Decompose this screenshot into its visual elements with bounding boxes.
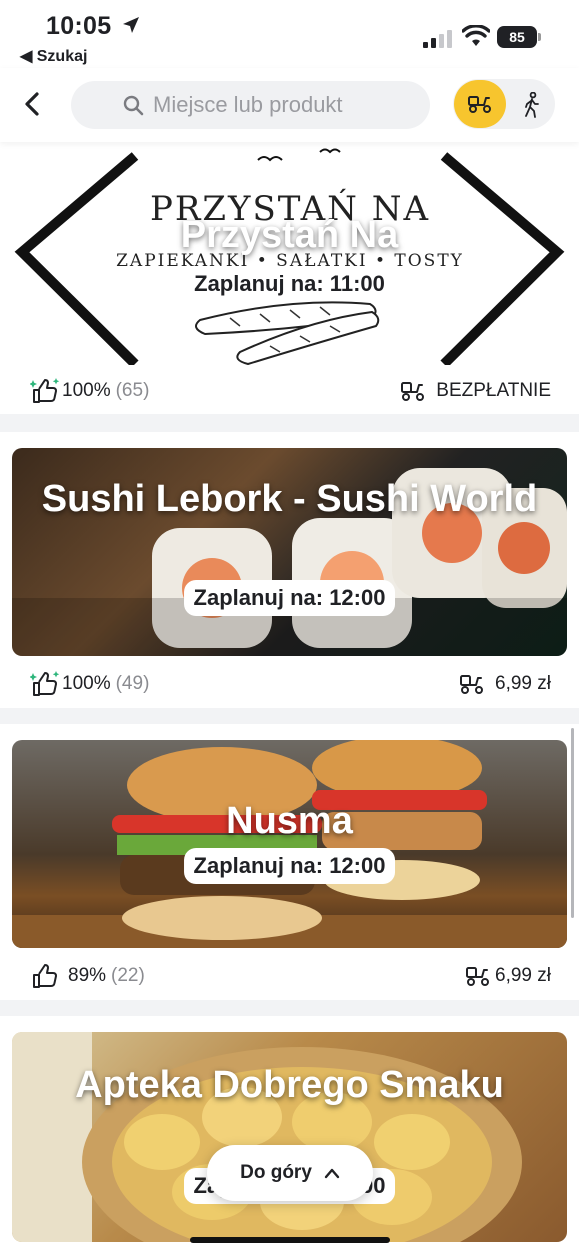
restaurant-card[interactable]: Sushi Lebork - Sushi World Zaplanuj na: … xyxy=(0,432,579,708)
scroll-to-top-button[interactable]: Do góry xyxy=(207,1145,373,1201)
delivery-fee-value: 6,99 zł xyxy=(495,965,551,986)
thumbs-up-sparkle-icon xyxy=(30,378,60,403)
rating-value: 100% xyxy=(62,380,111,401)
delivery-fee-value: 6,99 zł xyxy=(495,673,551,694)
location-arrow-icon xyxy=(123,17,139,33)
scroll-to-top-label: Do góry xyxy=(240,1162,312,1183)
pickup-mode-button[interactable] xyxy=(513,80,553,128)
delivery-fee: 6,99 zł xyxy=(459,670,551,698)
back-arrow-icon[interactable] xyxy=(18,88,46,120)
delivery-fee: 6,99 zł xyxy=(465,962,551,990)
search-icon xyxy=(123,95,144,116)
delivery-fee: BEZPŁATNIE xyxy=(400,377,551,405)
delivery-scooter-icon xyxy=(466,967,490,986)
burger-photo xyxy=(12,740,567,948)
schedule-badge: Zaplanuj na: 12:00 xyxy=(183,580,396,616)
restaurant-meta: 100% (65) BEZPŁATNIE xyxy=(0,369,579,413)
restaurant-image: Apteka Dobrego Smaku Zaplanuj na: 12:00 xyxy=(12,1032,567,1242)
restaurant-image: PRZYSTAŃ NA ZAPIEKANKI • SAŁATKI • TOSTY… xyxy=(0,142,579,365)
scrollbar[interactable] xyxy=(571,728,574,918)
delivery-scooter-icon xyxy=(401,382,425,401)
status-bar: 10:05 ◀ Szukaj 85 xyxy=(0,0,579,68)
rating-value: 100% xyxy=(62,673,111,694)
restaurant-feed: PRZYSTAŃ NA ZAPIEKANKI • SAŁATKI • TOSTY… xyxy=(0,142,579,1254)
thumbs-up-sparkle-icon xyxy=(30,671,60,696)
restaurant-name: Sushi Lebork - Sushi World xyxy=(41,478,538,520)
restaurant-name: Nusma xyxy=(226,800,353,842)
walking-person-icon xyxy=(525,92,539,118)
app-header xyxy=(0,68,579,142)
schedule-badge: Zaplanuj na: 12:00 xyxy=(183,848,396,884)
delivery-mode-toggle xyxy=(453,79,555,129)
delivery-fee-value: BEZPŁATNIE xyxy=(436,380,551,401)
rating: 100% (49) xyxy=(30,670,149,698)
wifi-icon xyxy=(462,25,490,46)
rating-count: (49) xyxy=(115,673,150,694)
status-time: 10:05 xyxy=(46,12,112,40)
chevron-up-icon xyxy=(324,1168,340,1179)
restaurant-meta: 100% (49) 6,99 zł xyxy=(0,662,579,706)
thumbs-up-icon xyxy=(33,964,57,988)
battery-indicator: 85 xyxy=(497,26,541,48)
search-bar[interactable] xyxy=(71,81,430,129)
rating-count: (65) xyxy=(115,380,150,401)
restaurant-card[interactable]: PRZYSTAŃ NA ZAPIEKANKI • SAŁATKI • TOSTY… xyxy=(0,142,579,414)
restaurant-name: Przystań Na xyxy=(180,214,399,256)
search-input[interactable] xyxy=(153,81,423,129)
baguette-illustration xyxy=(195,301,380,365)
home-indicator xyxy=(190,1237,390,1243)
restaurant-image: Sushi Lebork - Sushi World Zaplanuj na: … xyxy=(12,448,567,656)
restaurant-meta: 89% (22) 6,99 zł xyxy=(0,954,579,998)
scooter-icon xyxy=(468,96,491,113)
schedule-badge: Zaplanuj na: 11:00 xyxy=(194,271,385,296)
cellular-signal-icon xyxy=(423,30,452,48)
rating: 89% (22) xyxy=(30,962,145,990)
restaurant-card[interactable]: Nusma Zaplanuj na: 12:00 89% (22) 6,99 z… xyxy=(0,724,579,1000)
rating-value: 89% xyxy=(68,965,107,986)
restaurant-name: Apteka Dobrego Smaku xyxy=(75,1064,504,1106)
delivery-scooter-icon xyxy=(460,675,484,694)
restaurant-card[interactable]: Apteka Dobrego Smaku Zaplanuj na: 12:00 xyxy=(0,1016,579,1254)
battery-level: 85 xyxy=(497,26,537,48)
back-to-app-link[interactable]: ◀ Szukaj xyxy=(20,46,87,66)
restaurant-image: Nusma Zaplanuj na: 12:00 xyxy=(12,740,567,948)
rating-count: (22) xyxy=(111,965,145,986)
rating: 100% (65) xyxy=(30,377,149,405)
delivery-mode-button[interactable] xyxy=(454,80,506,128)
